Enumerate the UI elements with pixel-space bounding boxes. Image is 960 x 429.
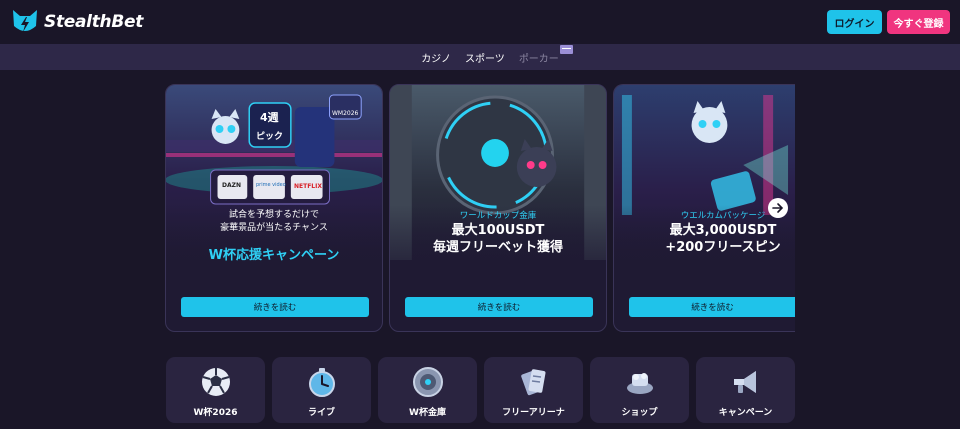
nav-item-casino[interactable]: カジノ: [421, 50, 451, 65]
read-more-button[interactable]: 続きを読む: [629, 297, 795, 317]
soccer-ball-icon: [202, 368, 230, 396]
tickets-icon: [521, 369, 546, 396]
promo-title-line2: +200フリースピン: [665, 240, 781, 255]
carousel-next-button[interactable]: [768, 198, 788, 218]
promo-title-line1: 最大3,000USDT: [669, 223, 777, 238]
new-badge-icon: [559, 44, 573, 54]
login-button[interactable]: ログイン: [827, 10, 882, 34]
category-tile-campaign[interactable]: キャンペーン: [696, 357, 795, 423]
site-header: StealthBet ログイン 今すぐ登録: [0, 0, 960, 44]
nav-item-sports[interactable]: スポーツ: [465, 50, 505, 65]
promo-card-worldcup-campaign[interactable]: 4週 ピック WM2026 DAZN prime video NETFLIX 試…: [165, 84, 383, 332]
promo-title: W杯応援キャンペーン: [208, 248, 340, 263]
category-tile-vault[interactable]: W杯金庫: [378, 357, 477, 423]
category-tile-free-arena[interactable]: フリーアリーナ: [484, 357, 583, 423]
tile-label: W杯2026: [193, 408, 238, 418]
prime-video-logo: prime video: [256, 182, 286, 188]
register-button[interactable]: 今すぐ登録: [887, 10, 950, 34]
cat-logo-icon: [13, 10, 37, 32]
category-tile-worldcup[interactable]: W杯2026: [166, 357, 265, 423]
logo-text: StealthBet: [44, 12, 144, 32]
shop-icon: [627, 373, 653, 394]
tile-label: W杯金庫: [409, 408, 446, 418]
category-tile-live[interactable]: ライブ: [272, 357, 371, 423]
wm-badge: WM2026: [332, 110, 359, 117]
promo-title-line1: 最大100USDT: [451, 223, 545, 238]
vault-icon: [413, 367, 443, 397]
picks-label: ピック: [256, 132, 284, 142]
nav-item-poker-label: ポーカー: [518, 53, 559, 65]
netflix-logo: NETFLIX: [294, 183, 322, 190]
megaphone-icon: [734, 371, 756, 393]
main-nav: カジノ スポーツ ポーカー: [0, 44, 960, 70]
nav-item-poker[interactable]: ポーカー: [518, 44, 573, 65]
read-more-button[interactable]: 続きを読む: [181, 297, 369, 317]
weeks-label: 4週: [260, 111, 279, 124]
read-more-button[interactable]: 続きを読む: [405, 297, 593, 317]
stopwatch-icon: [309, 368, 335, 397]
dazn-logo: DAZN: [222, 182, 241, 189]
tile-label: ショップ: [621, 408, 658, 418]
tile-label: キャンペーン: [718, 408, 773, 418]
promo-subtitle-line2: 豪華景品が当たるチャンス: [220, 223, 328, 233]
promo-tag: ワールドカップ金庫: [459, 211, 537, 221]
promo-subtitle-line1: 試合を予想するだけで: [228, 210, 319, 220]
arrow-right-icon: [772, 203, 784, 213]
promo-card-worldcup-vault[interactable]: ワールドカップ金庫 最大100USDT 毎週フリーベット獲得 続きを読む: [389, 84, 607, 332]
category-tile-shop[interactable]: ショップ: [590, 357, 689, 423]
site-logo[interactable]: StealthBet: [10, 8, 143, 36]
promo-title-line2: 毎週フリーベット獲得: [432, 240, 563, 255]
tile-label: フリーアリーナ: [502, 408, 565, 418]
tile-label: ライブ: [307, 408, 335, 418]
